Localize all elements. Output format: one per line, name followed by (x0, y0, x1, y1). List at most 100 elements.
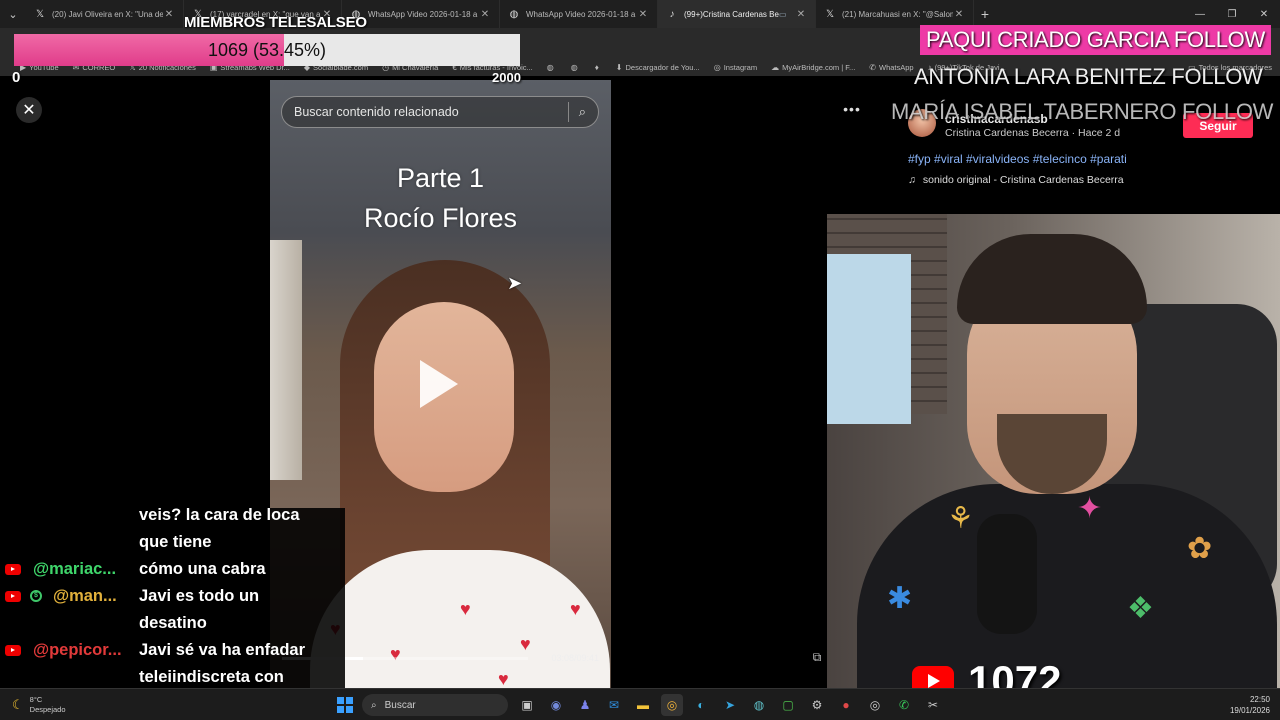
weather-widget[interactable]: ☾ 8°C Despejado (12, 695, 66, 715)
sound-label: sonido original - Cristina Cardenas Bece… (922, 174, 1124, 186)
tab-search-button[interactable]: ⌄ (0, 0, 26, 28)
bookmark-10[interactable]: ♦ (595, 63, 602, 72)
live-chat: veis? la cara de loca que tiene @mariac...… (0, 508, 345, 688)
chrome-icon[interactable]: ◎ (661, 694, 683, 716)
related-search-input[interactable]: Buscar contenido relacionado ⌕ (281, 96, 599, 128)
screen: ⌄ 𝕏 (20) Javi Oliveira en X: "Una de ✕ 𝕏 (17… (0, 0, 1280, 720)
bookmark-label: MyAirBridge.com | F... (782, 62, 856, 72)
task-view-icon[interactable]: ▣ (516, 694, 538, 716)
tab-4[interactable]: ◍ WhatsApp Video 2026-01-18 a ✕ (500, 0, 658, 28)
close-tab-icon[interactable]: ✕ (953, 9, 965, 20)
chat-text: cómo una cabra (139, 560, 266, 578)
video-caption: Parte 1 Rocío Flores (270, 158, 611, 238)
post-hashtags[interactable]: #fyp #viral #viralvideos #telecinco #par… (908, 152, 1127, 166)
close-tab-icon[interactable]: ✕ (637, 9, 649, 20)
post-sound[interactable]: ♫ sonido original - Cristina Cardenas Bec… (908, 174, 1124, 186)
chat-text: Javi sé va ha enfadar (139, 641, 306, 659)
heart-pattern-icon: ♥ (498, 669, 509, 688)
heart-pattern-icon: ♥ (460, 599, 471, 619)
telegram-icon[interactable]: ➤ (719, 694, 741, 716)
chat-text: desatino (139, 614, 207, 632)
x-logo-icon: 𝕏 (825, 8, 835, 20)
discord-icon[interactable]: ◉ (545, 694, 567, 716)
globe-icon: ◍ (546, 62, 554, 72)
close-tab-icon[interactable]: ✕ (163, 9, 175, 20)
outlook-icon[interactable]: ✉ (603, 694, 625, 716)
sweater-pattern-icon: ❖ (1127, 592, 1154, 625)
close-window-icon[interactable]: ✕ (1248, 0, 1280, 28)
more-options-icon[interactable]: ••• (840, 101, 864, 119)
chat-username[interactable]: @man... (53, 583, 117, 610)
opera-icon[interactable]: ● (835, 694, 857, 716)
members-bar-max: 2000 (492, 70, 521, 85)
x-logo-icon: 𝕏 (35, 8, 45, 20)
members-progress-bar: 1069 (53.45%) (14, 34, 520, 66)
taskbar-search[interactable]: ⌕ Buscar (362, 694, 508, 716)
play-icon[interactable] (420, 360, 458, 408)
windows-start-icon[interactable] (337, 697, 353, 713)
bookmark-8[interactable]: ◍ (547, 63, 557, 72)
edge-icon[interactable]: ◐ (690, 694, 712, 716)
bookmark-13[interactable]: ☁ MyAirBridge.com | F... (771, 63, 855, 72)
file-explorer-icon[interactable]: ▬ (632, 694, 654, 716)
chat-username[interactable]: @pepicor... (33, 637, 122, 664)
tiktok-icon: ♪ (669, 8, 675, 20)
audio-playing-icon[interactable]: ▭ (779, 10, 791, 19)
chat-text: veis? la cara de loca (139, 508, 300, 524)
search-placeholder: Buscar contenido relacionado (294, 105, 459, 119)
new-tab-button[interactable]: + (974, 6, 996, 22)
tab-1[interactable]: 𝕏 (20) Javi Oliveira en X: "Una de ✕ (26, 0, 184, 28)
sweater-pattern-icon: ⚘ (947, 502, 974, 535)
follower-alert-3: MARÍA ISABEL TABERNERO FOLLOW (891, 99, 1274, 124)
follower-alert-2: ANTONIA LARA BENITEZ FOLLOW (914, 64, 1263, 89)
close-tab-icon[interactable]: ✕ (795, 9, 807, 20)
taskbar-apps: ▣ ◉ ♟ ✉ ▬ ◎ ◐ ➤ ◍ ▢ ⚙ ● ◎ ✆ ✂ (516, 694, 944, 716)
member-badge-icon: $ (30, 590, 42, 602)
tab-title: (99+)Cristina Cardenas Bec (684, 9, 779, 19)
weather-temp: 8°C (29, 695, 43, 704)
cloud-icon: ☁ (771, 62, 780, 72)
tab-title: (21) Marcahuasi en X: "@Salom (842, 9, 953, 19)
chrome-icon[interactable]: ◎ (864, 694, 886, 716)
globe-icon: ◍ (509, 8, 519, 20)
tab-6[interactable]: 𝕏 (21) Marcahuasi en X: "@Salom ✕ (816, 0, 974, 28)
copy-icon[interactable]: ⧉ (809, 650, 825, 666)
video-background-window (270, 240, 302, 480)
whatsapp-icon: ✆ (869, 62, 876, 72)
camtasia-icon[interactable]: ▢ (777, 694, 799, 716)
system-clock[interactable]: 22:50 19/01/2026 (1230, 694, 1270, 716)
taskbar-search-label: Buscar (384, 699, 416, 711)
snipping-tool-icon[interactable]: ✂ (922, 694, 944, 716)
heart-pattern-icon: ♥ (390, 644, 401, 664)
sweater-pattern-icon: ✦ (1077, 492, 1103, 525)
bookmark-9[interactable]: ◍ (571, 63, 581, 72)
chat-text: teleiindiscreta con (139, 668, 284, 686)
windows-taskbar: ☾ 8°C Despejado ⌕ Buscar ▣ ◉ ♟ ✉ ▬ ◎ ◐ ➤… (0, 688, 1280, 720)
members-progress-label: 1069 (53.45%) (207, 39, 327, 60)
minimize-icon[interactable]: — (1184, 0, 1216, 28)
mouse-cursor-icon: ➤ (507, 273, 523, 293)
youtube-icon (5, 645, 21, 656)
tab-5[interactable]: ♪ (99+)Cristina Cardenas Bec ▭ ✕ (658, 0, 816, 28)
bookmark-label: WhatsApp (879, 62, 914, 72)
webcam-window (827, 254, 911, 424)
clock-date: 19/01/2026 (1229, 706, 1270, 715)
whatsapp-icon[interactable]: ✆ (893, 694, 915, 716)
download-icon: ⬇ (615, 62, 623, 72)
teams-icon[interactable]: ♟ (574, 694, 596, 716)
bookmark-11[interactable]: ⬇ Descargador de You... (616, 63, 700, 72)
app-icon[interactable]: ⚙ (806, 694, 828, 716)
restore-icon[interactable]: ❐ (1216, 0, 1248, 28)
bookmark-12[interactable]: ◎ Instagram (714, 63, 757, 72)
sweater-pattern-icon: ✱ (887, 582, 913, 615)
weather-condition: Despejado (29, 705, 66, 714)
browser-icon[interactable]: ◍ (748, 694, 770, 716)
video-caption-line1: Parte 1 (396, 163, 485, 193)
close-video-button[interactable]: ✕ (16, 97, 42, 123)
video-caption-line2: Rocío Flores (363, 203, 518, 233)
close-tab-icon[interactable]: ✕ (479, 9, 491, 20)
search-icon[interactable]: ⌕ (579, 104, 586, 120)
chat-username[interactable]: @mariac... (33, 556, 116, 583)
bookmark-label: Instagram (723, 62, 758, 72)
bookmark-14[interactable]: ✆ WhatsApp (869, 63, 913, 72)
